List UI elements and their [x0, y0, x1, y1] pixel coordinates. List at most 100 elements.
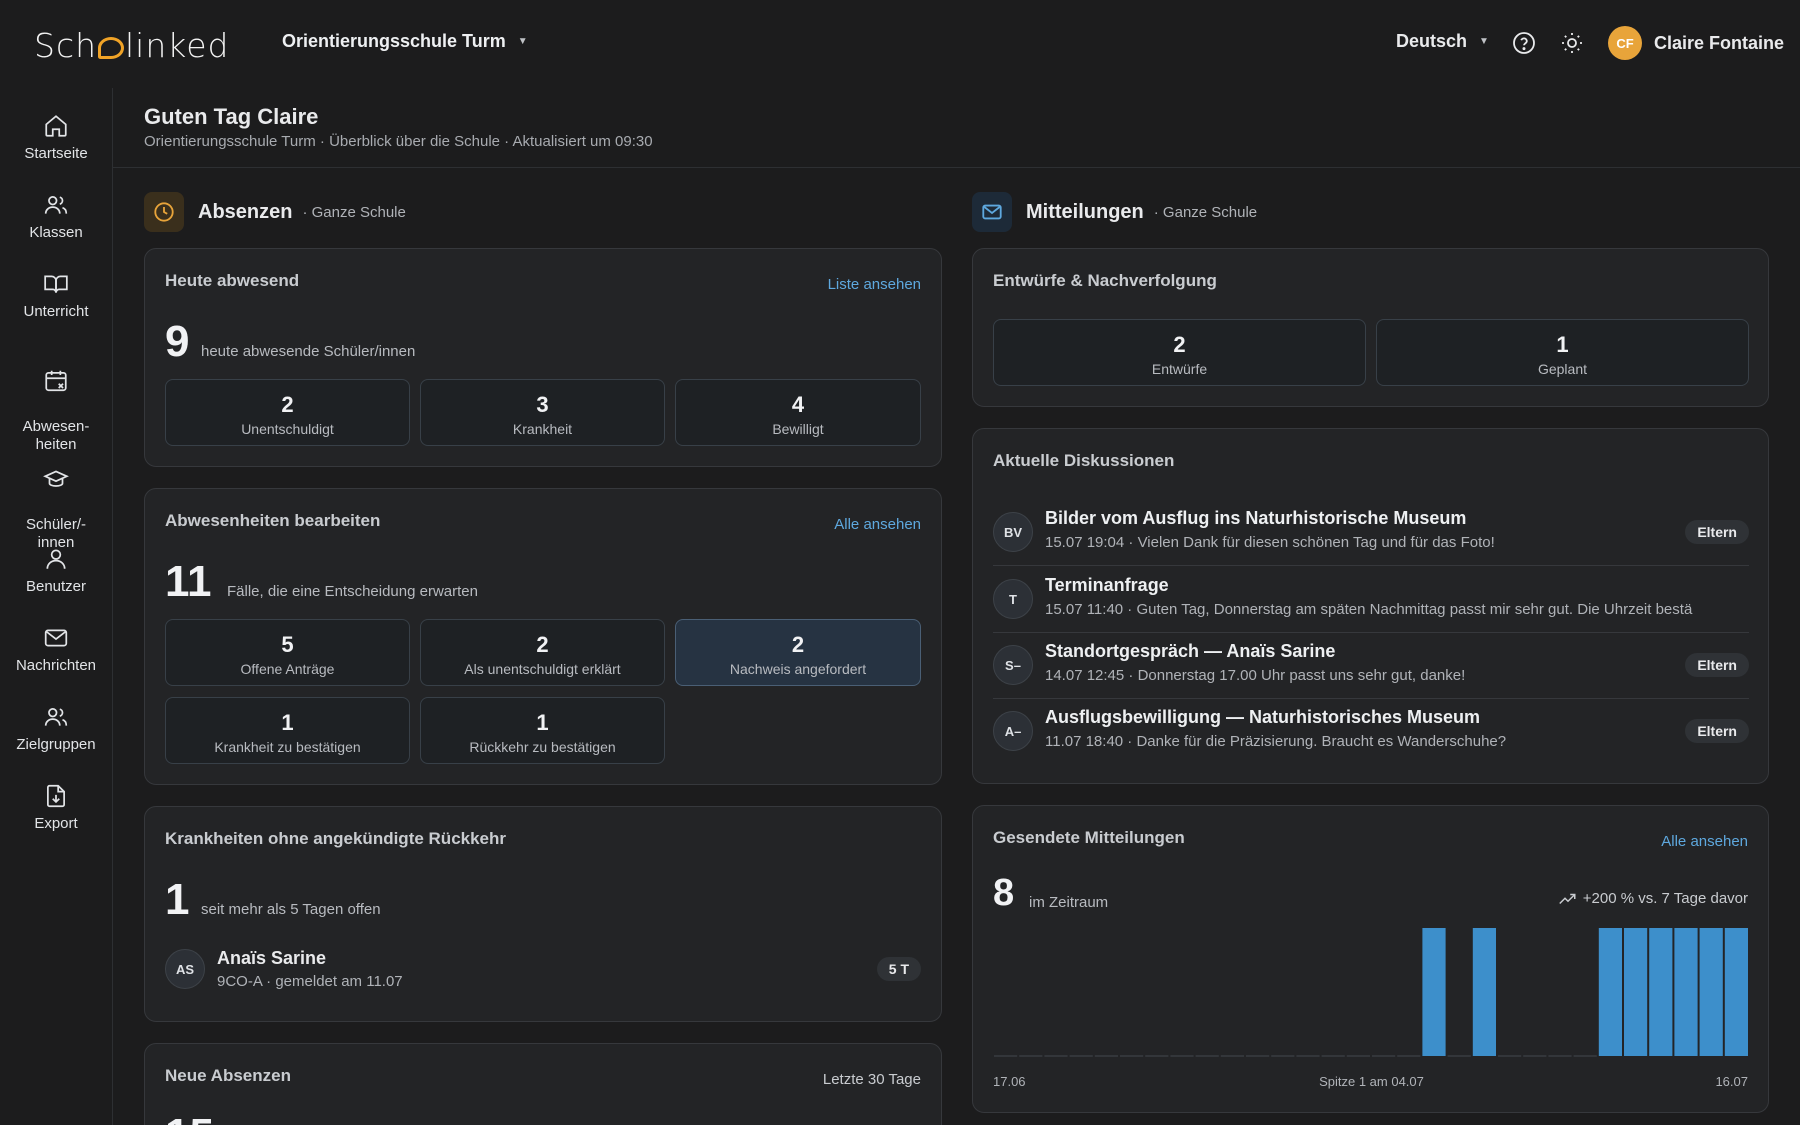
list-link[interactable]: Liste ansehen: [828, 276, 921, 293]
stat-unentschuldigt[interactable]: 2 Unentschuldigt: [165, 379, 410, 446]
stat-value: 2: [1173, 332, 1186, 357]
stat-value: 1: [1556, 332, 1569, 357]
stat-label: Offene Anträge: [240, 661, 335, 677]
sidebar-item-zielgruppen[interactable]: Zielgruppen: [0, 704, 112, 754]
page-header: Guten Tag Claire Orientierungsschule Tur…: [113, 88, 1800, 168]
help-icon[interactable]: [1512, 31, 1536, 55]
trend-indicator: +200 % vs. 7 Tage davor: [1558, 890, 1748, 907]
all-link[interactable]: Alle ansehen: [834, 516, 921, 533]
discussion-row[interactable]: S– Standortgespräch — Anaïs Sarine 14.07…: [993, 632, 1749, 698]
school-selector[interactable]: Orientierungsschule Turm ▼: [282, 31, 528, 52]
chart-bar-05.07[interactable]: [1447, 1055, 1471, 1057]
sidebar-item-abwesenheiten[interactable]: Abwesen- heiten: [0, 350, 112, 454]
stat-value: 5: [281, 632, 294, 657]
chart-bar-09.07[interactable]: [1548, 1055, 1572, 1057]
stat-label: Bewilligt: [772, 421, 824, 437]
sidebar-item-label: Export: [34, 815, 78, 832]
discussion-title: Standortgespräch — Anaïs Sarine: [1045, 641, 1336, 661]
stat-unentschuldigt-erklaert[interactable]: 2 Als unentschuldigt erklärt: [420, 619, 665, 686]
person-name: Anaïs Sarine: [217, 948, 327, 968]
graduation-cap-icon: [43, 470, 69, 487]
trend-text: +200 % vs. 7 Tage davor: [1582, 890, 1748, 907]
chevron-down-icon: ▼: [1479, 36, 1489, 47]
person-avatar: AS: [165, 949, 205, 989]
x-axis-end-label: 16.07: [1715, 1074, 1748, 1089]
stat-offene-antraege[interactable]: 5 Offene Anträge: [165, 619, 410, 686]
chart-bar-23.06[interactable]: [1145, 1055, 1169, 1057]
sidebar-item-schueler[interactable]: Schüler/- innen: [0, 448, 112, 552]
pending-cases-label: Fälle, die eine Entscheidung erwarten: [227, 583, 478, 600]
discussion-preview: 14.07 12:45 · Donnerstag 17.00 Uhr passt…: [1045, 667, 1466, 684]
chart-bar-02.07[interactable]: [1372, 1055, 1396, 1057]
chart-bar-18.06[interactable]: [1019, 1055, 1043, 1057]
discussion-row[interactable]: T Terminanfrage 15.07 11:40 · Guten Tag,…: [993, 566, 1749, 632]
chart-bar-08.07[interactable]: [1523, 1055, 1547, 1057]
logo-text-end: linked: [125, 26, 230, 65]
sidebar-item-nachrichten[interactable]: Nachrichten: [0, 625, 112, 675]
chart-bar-12.07[interactable]: [1624, 928, 1648, 1056]
messages-scope: · Ganze Schule: [1153, 203, 1258, 221]
absences-scope: · Ganze Schule: [302, 203, 406, 221]
all-link[interactable]: Alle ansehen: [1661, 833, 1748, 850]
clock-icon: [144, 192, 184, 232]
chart-bar-22.06[interactable]: [1120, 1055, 1144, 1057]
sidebar-item-startseite[interactable]: Startseite: [0, 113, 112, 163]
mail-icon: [44, 629, 68, 647]
stat-rueckkehr-bestaetigen[interactable]: 1 Rückkehr zu bestätigen: [420, 697, 665, 764]
chart-bar-15.07[interactable]: [1699, 928, 1723, 1056]
stat-label: Nachweis angefordert: [729, 661, 867, 677]
discussion-row[interactable]: A– Ausflugsbewilligung — Naturhistorisch…: [993, 698, 1749, 764]
chart-bar-29.06[interactable]: [1296, 1055, 1320, 1057]
sent-messages-card: Gesendete Mitteilungen Alle ansehen 8 im…: [972, 805, 1769, 1113]
chart-bar-21.06[interactable]: [1094, 1055, 1118, 1057]
person-detail: 9CO-A · gemeldet am 11.07: [217, 973, 403, 990]
chart-bar-01.07[interactable]: [1346, 1055, 1370, 1057]
stat-label: Geplant: [1537, 361, 1588, 377]
sidebar-item-label: Startseite: [24, 145, 88, 162]
schoolinked-logo[interactable]: Sch linked: [34, 26, 229, 66]
chart-bar-04.07[interactable]: [1422, 928, 1446, 1056]
sidebar-item-unterricht[interactable]: Unterricht: [0, 271, 112, 321]
sidebar-item-export[interactable]: Export: [0, 783, 112, 833]
discussion-preview: 15.07 11:40 · Guten Tag, Donnerstag am s…: [1045, 601, 1693, 618]
sidebar-item-klassen[interactable]: Klassen: [0, 192, 112, 242]
stat-label: Krankheit zu bestätigen: [214, 739, 361, 755]
chart-bar-16.07[interactable]: [1724, 928, 1748, 1056]
chart-bar-24.06[interactable]: [1170, 1055, 1194, 1057]
chart-bar-27.06[interactable]: [1246, 1055, 1270, 1057]
chart-bar-06.07[interactable]: [1472, 928, 1496, 1056]
stat-entwuerfe[interactable]: 2 Entwürfe: [993, 319, 1366, 386]
chevron-down-icon: ▼: [517, 36, 528, 47]
chart-bar-11.07[interactable]: [1598, 928, 1622, 1056]
stat-krankheit[interactable]: 3 Krankheit: [420, 379, 665, 446]
stat-label: Krankheit: [512, 421, 573, 437]
stat-label: Als unentschuldigt erklärt: [464, 661, 621, 677]
chart-bar-26.06[interactable]: [1220, 1055, 1244, 1057]
chart-bar-28.06[interactable]: [1271, 1055, 1295, 1057]
theme-sun-icon[interactable]: [1560, 31, 1584, 55]
language-selector[interactable]: Deutsch ▼: [1396, 31, 1489, 52]
stat-geplant[interactable]: 1 Geplant: [1376, 319, 1749, 386]
chart-bar-19.06[interactable]: [1044, 1055, 1068, 1057]
stat-krankheit-bestaetigen[interactable]: 1 Krankheit zu bestätigen: [165, 697, 410, 764]
sidebar-item-benutzer[interactable]: Benutzer: [0, 546, 112, 596]
card-title: Abwesenheiten bearbeiten: [165, 511, 381, 530]
chart-bar-30.06[interactable]: [1321, 1055, 1345, 1057]
language-label: Deutsch: [1396, 31, 1468, 51]
chart-bar-10.07[interactable]: [1573, 1055, 1597, 1057]
stat-bewilligt[interactable]: 4 Bewilligt: [675, 379, 921, 446]
card-title: Heute abwesend: [165, 271, 300, 290]
chart-bar-20.06[interactable]: [1069, 1055, 1093, 1057]
chart-bar-25.06[interactable]: [1195, 1055, 1219, 1057]
user-menu[interactable]: CF Claire Fontaine: [1608, 26, 1784, 60]
chart-bar-17.06[interactable]: [994, 1055, 1018, 1057]
sidebar-item-label: Nachrichten: [15, 657, 97, 674]
chart-bar-07.07[interactable]: [1498, 1055, 1522, 1057]
chart-bar-13.07[interactable]: [1649, 928, 1673, 1056]
chart-bar-14.07[interactable]: [1674, 928, 1698, 1056]
discussion-row[interactable]: BV Bilder vom Ausflug ins Naturhistorisc…: [993, 499, 1749, 565]
stat-nachweis-angefordert[interactable]: 2 Nachweis angefordert: [675, 619, 921, 686]
calendar-x-icon: [45, 370, 67, 392]
stat-value: 2: [281, 392, 294, 417]
chart-bar-03.07[interactable]: [1397, 1055, 1421, 1057]
